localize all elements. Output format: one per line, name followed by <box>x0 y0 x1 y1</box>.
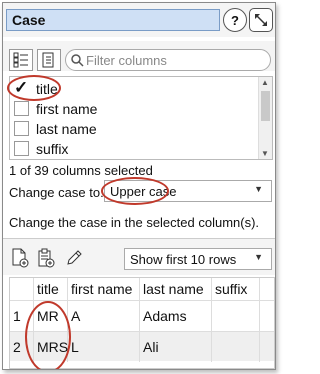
new-dataset-button[interactable] <box>9 247 31 269</box>
column-checkbox-title[interactable]: ✓ <box>14 78 29 97</box>
operation-description: Change the case in the selected column(s… <box>9 215 260 230</box>
filter-columns-input[interactable] <box>86 52 266 68</box>
column-list-scrollbar[interactable]: ▲ ▼ <box>258 77 272 159</box>
column-label: suffix <box>36 141 69 157</box>
search-icon <box>71 54 84 67</box>
change-case-dropdown[interactable]: Upper case ▼ <box>104 180 272 202</box>
panel-title: Case <box>12 12 46 28</box>
select-all-button[interactable] <box>9 49 33 71</box>
expand-icon <box>255 14 267 26</box>
help-icon: ? <box>231 12 239 28</box>
pencil-icon <box>67 250 82 265</box>
column-checkbox-last-name[interactable] <box>14 121 29 136</box>
column-list-button[interactable] <box>37 49 61 71</box>
dropdown-arrow-icon: ▼ <box>254 252 263 262</box>
table-header-title[interactable]: title <box>34 278 68 300</box>
table-header-suffix[interactable]: suffix <box>212 278 260 300</box>
scrollbar-thumb[interactable] <box>261 91 270 121</box>
table-header-first-name[interactable]: first name <box>68 278 140 300</box>
row-number: 1 <box>10 301 34 331</box>
row-number: 2 <box>10 332 34 362</box>
clipboard-button[interactable] <box>35 247 57 269</box>
column-label: last name <box>36 121 97 137</box>
column-item-first-name[interactable]: first name <box>10 99 258 119</box>
list-icon <box>42 52 54 68</box>
dropdown-arrow-icon: ▼ <box>254 184 263 194</box>
column-checkbox-first-name[interactable] <box>14 101 29 116</box>
table-cell: MR <box>34 301 68 331</box>
column-item-title[interactable]: ✓ title <box>10 78 258 99</box>
column-checkbox-suffix[interactable] <box>14 141 29 156</box>
scroll-down-icon[interactable]: ▼ <box>261 149 269 158</box>
clipboard-icon <box>38 248 55 268</box>
panel-header: Case ? <box>3 3 275 37</box>
preview-rows-value: Show first 10 rows <box>130 252 237 267</box>
selection-status: 1 of 39 columns selected <box>9 163 153 178</box>
column-list: ✓ title first name last name suffix ▲ ▼ <box>9 76 273 160</box>
column-item-suffix[interactable]: suffix <box>10 139 258 159</box>
panel-title-bar: Case <box>6 9 220 31</box>
filter-columns-field[interactable] <box>65 49 271 71</box>
table-cell: MRS <box>34 332 68 362</box>
edit-button[interactable] <box>63 247 85 269</box>
column-label: title <box>36 81 58 97</box>
preview-toolbar: Show first 10 rows ▼ <box>3 239 275 275</box>
case-panel: Case ? Filter columns ✓ title first name… <box>2 2 276 370</box>
change-case-value: Upper case <box>110 184 177 199</box>
table-cell: Adams <box>140 301 212 331</box>
scroll-up-icon[interactable]: ▲ <box>261 78 269 87</box>
checkmark-icon: ✓ <box>14 78 29 97</box>
help-button[interactable]: ? <box>223 8 247 32</box>
change-case-label: Change case to: <box>9 185 104 200</box>
table-cell <box>212 301 260 331</box>
table-cell <box>212 332 260 362</box>
row-number-header <box>10 278 34 300</box>
column-item-last-name[interactable]: last name <box>10 119 258 139</box>
table-header-last-name[interactable]: last name <box>140 278 212 300</box>
column-toolbar <box>3 41 275 71</box>
preview-rows-dropdown[interactable]: Show first 10 rows ▼ <box>124 248 272 270</box>
column-label: first name <box>36 101 98 117</box>
table-cell: L <box>68 332 140 362</box>
checklist-icon <box>13 52 28 68</box>
expand-button[interactable] <box>249 8 273 32</box>
preview-table: title first name last name suffix 1 MR A… <box>9 277 275 369</box>
table-cell: A <box>68 301 140 331</box>
new-document-icon <box>12 248 29 268</box>
table-cell: Ali <box>140 332 212 362</box>
